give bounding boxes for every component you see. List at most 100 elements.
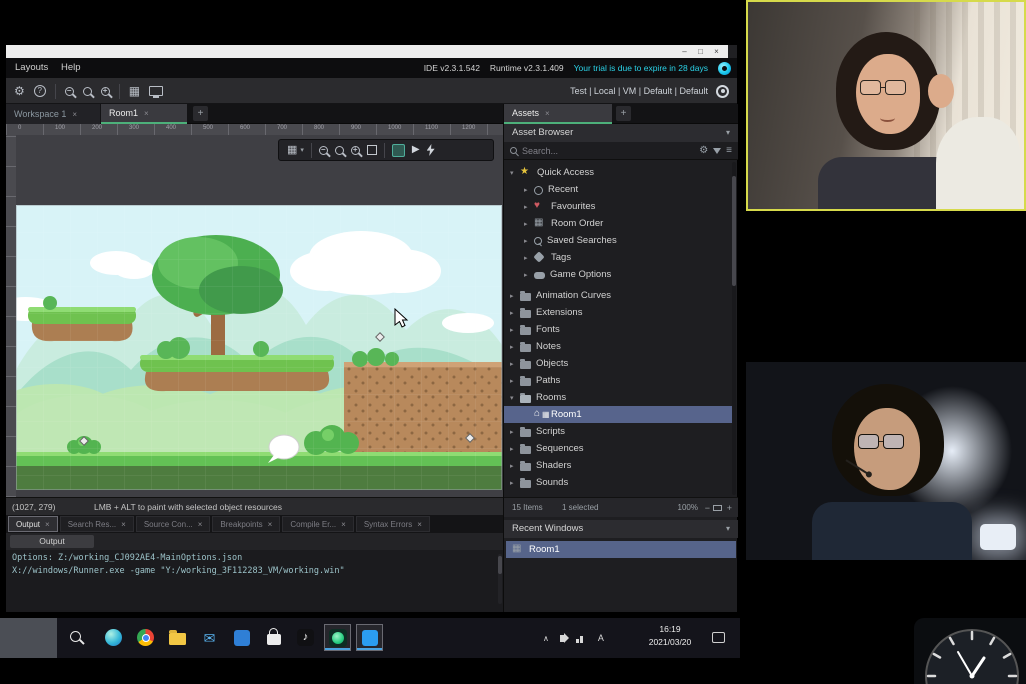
play-icon[interactable]: ▶ [412, 145, 420, 155]
expander-icon[interactable]: ▸ [510, 360, 520, 368]
zoom-in-icon[interactable]: + [351, 146, 360, 155]
close-tab-icon[interactable]: × [45, 520, 50, 529]
taskbar-app-store[interactable] [260, 624, 287, 651]
expander-icon[interactable]: ▸ [524, 220, 534, 228]
tab-syntax-errors[interactable]: Syntax Errors× [356, 516, 430, 532]
taskbar-app-gamemaker[interactable] [324, 624, 351, 651]
help-icon[interactable]: ? [34, 85, 46, 97]
expander-icon[interactable]: ▾ [510, 169, 520, 177]
expander-icon[interactable]: ▸ [524, 254, 534, 262]
tree-item-quick-access[interactable]: ▾Quick Access [504, 164, 734, 181]
expander-icon[interactable]: ▸ [510, 309, 520, 317]
expander-icon[interactable]: ▸ [510, 343, 520, 351]
ime-indicator[interactable]: A [598, 633, 604, 643]
gamemaker-logo-icon[interactable] [718, 62, 731, 75]
tree-item-paths[interactable]: ▸Paths [504, 372, 734, 389]
tree-item-rooms[interactable]: ▾Rooms [504, 389, 734, 406]
start-area[interactable] [0, 618, 57, 658]
zoom-in-icon[interactable]: + [101, 87, 110, 96]
chevron-down-icon[interactable]: ▾ [726, 124, 730, 142]
notification-center-icon[interactable] [712, 632, 725, 643]
tree-item-extensions[interactable]: ▸Extensions [504, 304, 734, 321]
close-tab-icon[interactable]: × [121, 520, 126, 529]
close-tab-icon[interactable]: × [341, 520, 346, 529]
taskbar-clock[interactable]: 16:19 2021/03/20 [638, 623, 702, 649]
taskbar-app-visual-studio[interactable] [356, 624, 383, 651]
close-tab-icon[interactable]: × [545, 109, 550, 118]
fullscreen-icon[interactable] [367, 145, 377, 155]
expander-icon[interactable]: ▸ [524, 203, 534, 211]
tree-item-tags[interactable]: ▸Tags [504, 249, 734, 266]
zoom-in-button[interactable]: + [727, 498, 732, 518]
zoom-out-icon[interactable]: − [319, 146, 328, 155]
flash-paint-icon[interactable] [427, 144, 435, 156]
target-icon[interactable] [716, 85, 729, 98]
tree-item-saved-searches[interactable]: ▸Saved Searches [504, 232, 734, 249]
chevron-down-icon[interactable]: ▾ [300, 146, 304, 154]
chevron-down-icon[interactable]: ▾ [726, 520, 730, 538]
settings-gear-icon[interactable]: ⚙ [14, 85, 25, 97]
close-button[interactable]: × [709, 45, 724, 58]
expander-icon[interactable]: ▸ [510, 326, 520, 334]
asset-browser-header[interactable]: Asset Browser ▾ [504, 124, 738, 142]
tree-item-game-options[interactable]: ▸Game Options [504, 266, 734, 283]
zoom-out-icon[interactable]: − [65, 87, 74, 96]
taskbar-search-icon[interactable] [70, 631, 81, 642]
minimize-button[interactable]: – [677, 45, 692, 58]
close-tab-icon[interactable]: × [268, 520, 273, 529]
webcam-tile-participant-1[interactable] [746, 0, 1026, 211]
target-config-text[interactable]: Test | Local | VM | Default | Default [570, 86, 708, 96]
recent-window-room1[interactable]: Room1 [506, 541, 736, 558]
taskbar-app-edge[interactable] [100, 624, 127, 651]
close-tab-icon[interactable]: × [72, 110, 77, 119]
room-preview[interactable] [16, 205, 502, 490]
zoom-slider[interactable] [713, 505, 722, 511]
filter-icon[interactable] [713, 148, 721, 154]
zoom-reset-icon[interactable] [83, 87, 92, 96]
zoom-fit-icon[interactable] [335, 146, 344, 155]
tab-source-control[interactable]: Source Con...× [136, 516, 211, 532]
chevron-up-icon[interactable]: ∧ [543, 634, 549, 643]
new-tab-button[interactable]: + [616, 106, 631, 121]
menu-help[interactable]: Help [54, 58, 88, 78]
tab-workspace-1[interactable]: Workspace 1 × [6, 104, 100, 124]
expander-icon[interactable]: ▸ [510, 292, 520, 300]
tree-item-animation-curves[interactable]: ▸Animation Curves [504, 287, 734, 304]
expander-icon[interactable]: ▸ [524, 271, 534, 279]
expander-icon[interactable]: ▸ [510, 462, 520, 470]
asset-tree-scrollbar[interactable] [732, 162, 736, 495]
debugger-monitor-icon[interactable] [149, 86, 163, 96]
output-log[interactable]: Options: Z:/working_CJ092AE4-MainOptions… [6, 550, 503, 612]
webcam-tile-participant-2[interactable] [746, 362, 1026, 560]
tree-item-fonts[interactable]: ▸Fonts [504, 321, 734, 338]
taskbar-app-movies[interactable] [228, 624, 255, 651]
menu-icon[interactable]: ≡ [726, 146, 732, 156]
tab-compile-errors[interactable]: Compile Er...× [282, 516, 353, 532]
tree-item-room1[interactable]: Room1 [504, 406, 734, 423]
output-chip[interactable]: Output [10, 535, 94, 548]
tree-item-scripts[interactable]: ▸Scripts [504, 423, 734, 440]
close-tab-icon[interactable]: × [144, 109, 149, 118]
maximize-button[interactable]: □ [693, 45, 708, 58]
expander-icon[interactable]: ▸ [524, 237, 534, 245]
new-tab-button[interactable]: + [193, 106, 208, 121]
close-tab-icon[interactable]: × [198, 520, 203, 529]
webcam-tile-clock[interactable] [914, 618, 1026, 684]
grid-settings-icon[interactable]: ▦ [287, 144, 297, 156]
expander-icon[interactable]: ▸ [510, 445, 520, 453]
recent-windows-header[interactable]: Recent Windows ▾ [504, 520, 738, 538]
asset-tree[interactable]: ▾Quick Access ▸Recent ▸Favourites ▸Room … [504, 160, 734, 497]
network-icon[interactable] [576, 634, 587, 643]
expander-icon[interactable]: ▸ [510, 428, 520, 436]
trial-expiry-notice[interactable]: Your trial is due to expire in 28 days [574, 63, 708, 73]
tab-room1[interactable]: Room1 × [101, 104, 187, 124]
output-scrollbar[interactable] [498, 554, 502, 604]
tree-item-notes[interactable]: ▸Notes [504, 338, 734, 355]
tree-item-room-order[interactable]: ▸Room Order [504, 215, 734, 232]
search-settings-gear-icon[interactable]: ⚙ [699, 146, 708, 156]
tab-breakpoints[interactable]: Breakpoints× [212, 516, 280, 532]
tree-item-shaders[interactable]: ▸Shaders [504, 457, 734, 474]
taskbar-app-mail[interactable]: ✉ [196, 624, 223, 651]
tree-item-sounds[interactable]: ▸Sounds [504, 474, 734, 491]
tree-item-favourites[interactable]: ▸Favourites [504, 198, 734, 215]
